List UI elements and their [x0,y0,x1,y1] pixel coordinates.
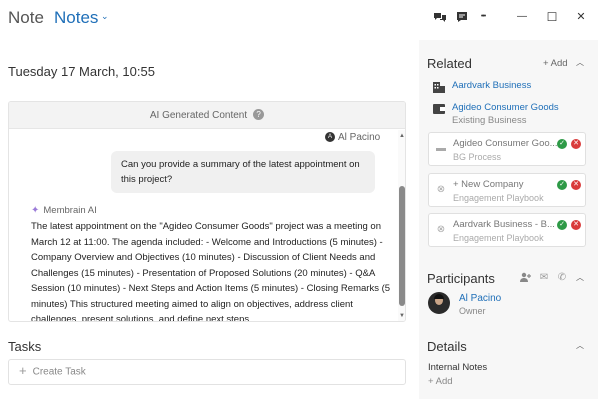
related-card[interactable]: ⊗ + New Company Engagement Playbook ✓ ✕ [428,173,586,207]
ai-panel-title: AI Generated Content [149,110,248,121]
help-icon[interactable]: ? [253,108,265,120]
remove-icon[interactable]: ✕ [571,220,581,230]
collapse-related-icon[interactable]: ︿ [576,57,584,68]
related-item-link[interactable]: Agideo Consumer Goods [452,102,559,113]
remove-icon[interactable]: ✕ [571,180,581,190]
title-bar: Note Notes ⌄ ••• — ☐ ✕ [0,0,598,34]
maximize-icon[interactable]: ☐ [545,10,559,24]
card-subtitle: Engagement Playbook [453,233,544,243]
plus-icon: + [19,363,27,378]
window-title-prefix: Note [8,8,44,27]
participants-title: Participants [427,271,495,286]
wallet-icon [432,102,446,114]
envelope-icon[interactable]: ✉ [538,272,550,283]
create-task-button[interactable]: + Create Task [8,359,406,385]
check-icon[interactable]: ✓ [557,220,567,230]
sparkle-icon: ✦ [31,205,40,216]
avatar[interactable] [428,292,450,314]
related-card[interactable]: ⊗ Aardvark Business - B... Engagement Pl… [428,213,586,247]
collapse-details-icon[interactable]: ︿ [576,340,584,351]
check-icon[interactable]: ✓ [557,139,567,149]
binoculars-icon: ⊗ [436,224,446,235]
binoculars-icon: ⊗ [436,184,446,195]
minimize-icon[interactable]: — [515,10,529,24]
participant-name[interactable]: Al Pacino [459,293,501,304]
ai-content-panel: AI Generated Content? A Al Pacino Can you… [8,101,406,322]
ai-panel-header: AI Generated Content? [9,102,405,129]
notes-type-selector[interactable]: Notes [54,8,98,28]
scroll-down-icon[interactable]: ▼ [398,312,405,320]
building-icon [432,80,446,93]
tasks-title: Tasks [8,339,42,354]
related-item-link[interactable]: Aardvark Business [452,80,531,91]
briefcase-icon: ▬ [436,143,446,154]
avatar-hair [434,294,444,299]
answer-text: The latest appointment on the "Agideo Co… [31,221,391,322]
chevron-down-icon[interactable]: ⌄ [101,11,109,22]
participant-role: Owner [459,306,486,316]
user-name: Al Pacino [338,132,381,143]
create-task-label: Create Task [32,366,86,378]
phone-icon[interactable]: ✆ [556,272,568,283]
assistant-name: Membrain AI [43,205,97,216]
card-subtitle: Engagement Playbook [453,193,544,203]
note-date: Tuesday 17 March, 10:55 [8,64,155,79]
user-avatar-icon: A [325,132,335,143]
chat-bubbles-icon[interactable] [433,10,447,24]
related-title: Related [427,56,472,71]
related-item-sub: Existing Business [452,115,527,126]
remove-icon[interactable]: ✕ [571,139,581,149]
close-icon[interactable]: ✕ [574,10,588,24]
internal-notes-add-button[interactable]: + Add [428,376,453,387]
scroll-up-icon[interactable]: ▲ [398,132,405,140]
card-title: + New Company [453,179,524,190]
assistant-label: ✦ Membrain AI [31,205,97,216]
collapse-participants-icon[interactable]: ︿ [576,272,584,283]
related-card[interactable]: ▬ Agideo Consumer Goo... BG Process ✓ ✕ [428,132,586,166]
card-title: Aardvark Business - B... [453,219,555,230]
more-icon[interactable]: ••• [476,10,490,24]
add-person-icon[interactable] [519,272,531,285]
scrollbar-thumb[interactable] [399,186,405,306]
related-add-button[interactable]: + Add [543,58,568,69]
user-tag: A Al Pacino [325,132,380,143]
message-icon[interactable] [455,10,469,24]
question-bubble: Can you provide a summary of the latest … [111,151,375,193]
check-icon[interactable]: ✓ [557,180,567,190]
internal-notes-label: Internal Notes [428,362,488,373]
card-subtitle: BG Process [453,152,502,162]
details-title: Details [427,339,467,354]
card-title: Agideo Consumer Goo... [453,138,558,149]
